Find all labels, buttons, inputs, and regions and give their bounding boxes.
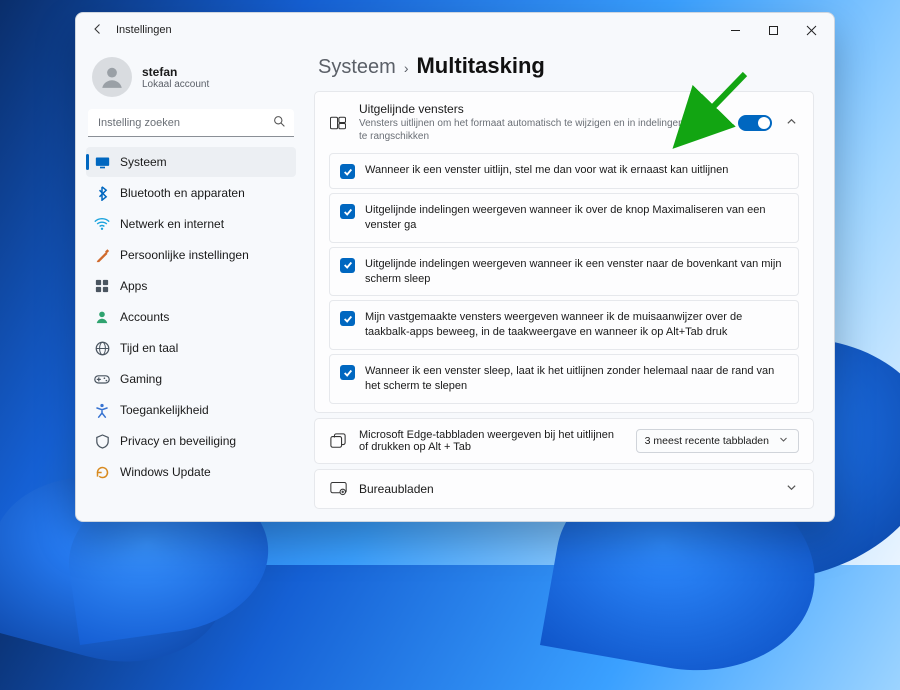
wifi-icon bbox=[94, 216, 110, 232]
snap-toggle-label: Aan bbox=[706, 117, 726, 129]
snap-option-row: Wanneer ik een venster sleep, laat ik he… bbox=[329, 354, 799, 404]
titlebar: Instellingen bbox=[76, 13, 834, 47]
edge-tabs-row: Microsoft Edge-tabbladen weergeven bij h… bbox=[315, 419, 813, 463]
snap-windows-header[interactable]: Uitgelijnde vensters Vensters uitlijnen … bbox=[315, 92, 813, 153]
page-title: Multitasking bbox=[416, 53, 544, 79]
edge-tabs-card: Microsoft Edge-tabbladen weergeven bij h… bbox=[314, 418, 814, 464]
minimize-button[interactable] bbox=[716, 16, 754, 44]
sidebar-item-bluetooth[interactable]: Bluetooth en apparaten bbox=[86, 178, 296, 208]
checkbox[interactable] bbox=[340, 258, 355, 273]
clock-globe-icon bbox=[94, 340, 110, 356]
sidebar-item-accessibility[interactable]: Toegankelijkheid bbox=[86, 395, 296, 425]
snap-option-row: Wanneer ik een venster uitlijn, stel me … bbox=[329, 153, 799, 189]
sidebar-item-shield[interactable]: Privacy en beveiliging bbox=[86, 426, 296, 456]
chevron-down-icon[interactable] bbox=[784, 482, 799, 496]
desktops-header[interactable]: Bureaubladen bbox=[315, 470, 813, 508]
chevron-down-icon bbox=[777, 435, 790, 446]
sidebar-item-label: Gaming bbox=[120, 372, 162, 386]
snap-option-row: Uitgelijnde indelingen weergeven wanneer… bbox=[329, 193, 799, 243]
snap-toggle[interactable] bbox=[738, 115, 772, 131]
snap-options-list: Wanneer ik een venster uitlijn, stel me … bbox=[315, 153, 813, 412]
snap-option-text: Wanneer ik een venster sleep, laat ik he… bbox=[365, 364, 788, 394]
desktop-icon bbox=[329, 480, 347, 498]
sidebar-item-label: Privacy en beveiliging bbox=[120, 434, 236, 448]
back-arrow-icon bbox=[92, 23, 104, 35]
sidebar: stefan Lokaal account Systeem Bluetooth e… bbox=[76, 47, 306, 521]
sidebar-item-label: Persoonlijke instellingen bbox=[120, 248, 249, 262]
person-icon bbox=[94, 309, 110, 325]
accessibility-icon bbox=[94, 402, 110, 418]
search-container bbox=[88, 109, 294, 137]
snap-subtitle: Vensters uitlijnen om het formaat automa… bbox=[359, 117, 694, 143]
user-profile[interactable]: stefan Lokaal account bbox=[86, 53, 296, 109]
sidebar-item-label: Tijd en taal bbox=[120, 341, 178, 355]
snap-option-row: Uitgelijnde indelingen weergeven wanneer… bbox=[329, 247, 799, 297]
snap-option-row: Mijn vastgemaakte vensters weergeven wan… bbox=[329, 300, 799, 350]
back-button[interactable] bbox=[86, 23, 110, 38]
maximize-button[interactable] bbox=[754, 16, 792, 44]
user-subtitle: Lokaal account bbox=[142, 79, 209, 90]
window-title: Instellingen bbox=[116, 24, 172, 36]
breadcrumb-parent[interactable]: Systeem bbox=[318, 56, 396, 79]
minimize-icon bbox=[730, 25, 741, 36]
paint-icon bbox=[94, 247, 110, 263]
desktops-title: Bureaubladen bbox=[359, 482, 772, 496]
shield-icon bbox=[94, 433, 110, 449]
sidebar-item-update[interactable]: Windows Update bbox=[86, 457, 296, 487]
edge-tabs-dropdown[interactable]: 3 meest recente tabbladen bbox=[636, 429, 799, 453]
snap-option-text: Wanneer ik een venster uitlijn, stel me … bbox=[365, 163, 728, 178]
sidebar-item-apps[interactable]: Apps bbox=[86, 271, 296, 301]
breadcrumb-separator: › bbox=[404, 60, 409, 76]
snap-option-text: Uitgelijnde indelingen weergeven wanneer… bbox=[365, 257, 788, 287]
sidebar-item-label: Accounts bbox=[120, 310, 169, 324]
sidebar-item-clock-globe[interactable]: Tijd en taal bbox=[86, 333, 296, 363]
edge-tabs-text: Microsoft Edge-tabbladen weergeven bij h… bbox=[359, 429, 624, 453]
display-icon bbox=[94, 154, 110, 170]
apps-icon bbox=[94, 278, 110, 294]
checkbox[interactable] bbox=[340, 365, 355, 380]
snap-layout-icon bbox=[329, 114, 347, 132]
navigation: Systeem Bluetooth en apparaten Netwerk en … bbox=[86, 147, 296, 487]
snap-option-text: Mijn vastgemaakte vensters weergeven wan… bbox=[365, 310, 788, 340]
sidebar-item-label: Systeem bbox=[120, 155, 167, 169]
search-input[interactable] bbox=[88, 109, 294, 137]
sidebar-item-paint[interactable]: Persoonlijke instellingen bbox=[86, 240, 296, 270]
settings-window: Instellingen stefan Lokaal account bbox=[75, 12, 835, 522]
sidebar-item-label: Bluetooth en apparaten bbox=[120, 186, 245, 200]
snap-title: Uitgelijnde vensters bbox=[359, 102, 694, 116]
maximize-icon bbox=[768, 25, 779, 36]
avatar bbox=[92, 57, 132, 97]
checkbox[interactable] bbox=[340, 311, 355, 326]
checkbox[interactable] bbox=[340, 204, 355, 219]
user-info: stefan Lokaal account bbox=[142, 65, 209, 90]
checkbox[interactable] bbox=[340, 164, 355, 179]
sidebar-item-wifi[interactable]: Netwerk en internet bbox=[86, 209, 296, 239]
person-icon bbox=[99, 64, 125, 90]
bluetooth-icon bbox=[94, 185, 110, 201]
sidebar-item-label: Apps bbox=[120, 279, 147, 293]
close-icon bbox=[806, 25, 817, 36]
close-button[interactable] bbox=[792, 16, 830, 44]
search-icon bbox=[273, 115, 286, 131]
edge-tabs-dropdown-value: 3 meest recente tabbladen bbox=[645, 435, 769, 447]
sidebar-item-label: Windows Update bbox=[120, 465, 211, 479]
snap-windows-card: Uitgelijnde vensters Vensters uitlijnen … bbox=[314, 91, 814, 413]
snap-option-text: Uitgelijnde indelingen weergeven wanneer… bbox=[365, 203, 788, 233]
main-content: Systeem › Multitasking Uitgelijnde venst… bbox=[306, 47, 834, 521]
breadcrumb: Systeem › Multitasking bbox=[318, 53, 814, 79]
gamepad-icon bbox=[94, 371, 110, 387]
sidebar-item-label: Netwerk en internet bbox=[120, 217, 224, 231]
tabs-icon bbox=[329, 432, 347, 450]
sidebar-item-person[interactable]: Accounts bbox=[86, 302, 296, 332]
chevron-up-icon[interactable] bbox=[784, 116, 799, 130]
desktops-card: Bureaubladen bbox=[314, 469, 814, 509]
user-name: stefan bbox=[142, 65, 209, 79]
update-icon bbox=[94, 464, 110, 480]
sidebar-item-display[interactable]: Systeem bbox=[86, 147, 296, 177]
sidebar-item-gamepad[interactable]: Gaming bbox=[86, 364, 296, 394]
sidebar-item-label: Toegankelijkheid bbox=[120, 403, 209, 417]
